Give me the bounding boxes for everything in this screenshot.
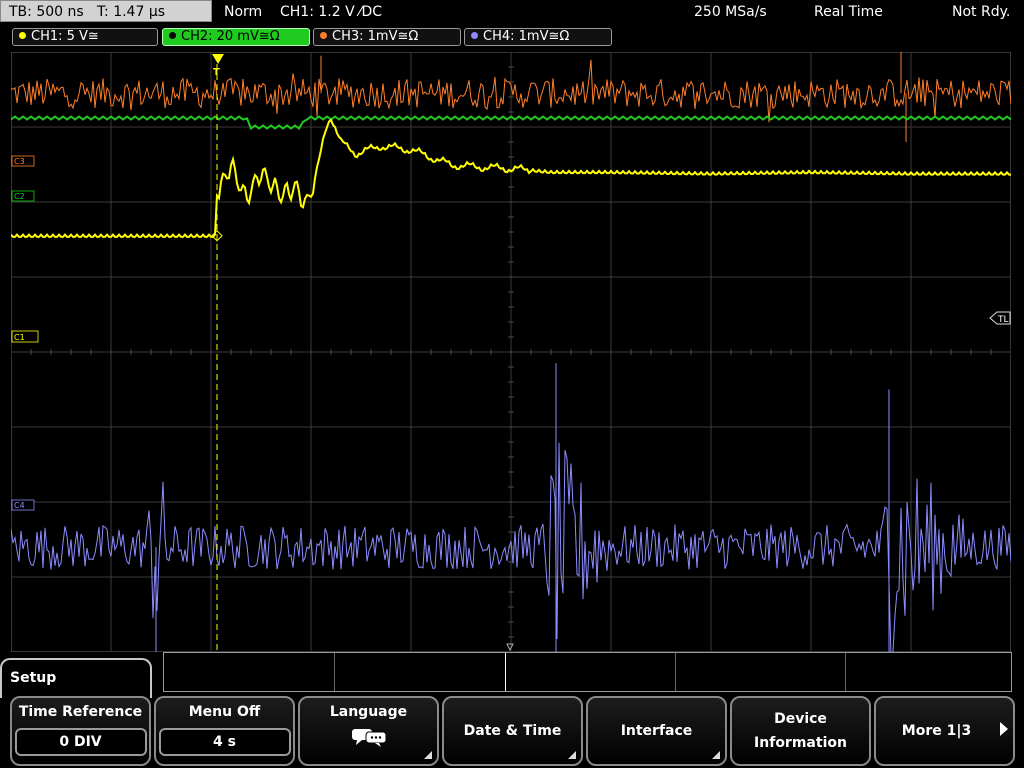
sample-rate: 250 MSa/s	[694, 4, 767, 20]
channel-ch3-label: CH3: 1mV≅Ω	[332, 29, 419, 44]
ch1-offset-marker[interactable]: C1	[11, 330, 39, 343]
speech-bubbles-icon	[351, 729, 386, 747]
time-reference-softkey[interactable]: Time Reference 0 DIV	[10, 696, 151, 766]
time-reference-label: Time Reference	[18, 704, 143, 720]
submenu-indicator-icon	[568, 751, 576, 759]
submenu-indicator-icon	[424, 751, 432, 759]
ch3-offset-marker[interactable]: C3	[11, 155, 35, 167]
ch4-offset-marker[interactable]: C4	[11, 499, 35, 511]
time-reference-value: 0 DIV	[14, 728, 147, 756]
trigger-position-label: T	[213, 67, 220, 78]
menu-off-label: Menu Off	[188, 704, 261, 720]
device-information-label: Device Information	[754, 711, 847, 751]
ch2-color-icon	[169, 32, 176, 39]
channel-ch1-button[interactable]: CH1: 5 V≅	[12, 28, 158, 46]
date-time-softkey[interactable]: Date & Time	[442, 696, 583, 766]
interface-softkey[interactable]: Interface	[586, 696, 727, 766]
trigger-info[interactable]: CH1: 1.2 V ⁄DC	[280, 0, 382, 24]
ch1-color-icon	[19, 32, 26, 39]
ch3-color-icon	[320, 32, 327, 39]
channel-ch3-button[interactable]: CH3: 1mV≅Ω	[313, 28, 461, 46]
ch2-marker-label: C2	[14, 192, 25, 201]
acquisition-status: Not Rdy.	[952, 4, 1011, 20]
channel-ch2-label: CH2: 20 mV≅Ω	[181, 29, 280, 44]
channel-ch2-button[interactable]: CH2: 20 mV≅Ω	[162, 28, 310, 46]
ch1-marker-label: C1	[14, 333, 25, 342]
acquisition-mode: Real Time	[814, 4, 883, 20]
menu-title-tab: Setup	[0, 658, 152, 698]
device-information-softkey[interactable]: Device Information	[730, 696, 871, 766]
channel-bar: CH1: 5 V≅ CH2: 20 mV≅Ω CH3: 1mV≅Ω CH4: 1…	[0, 26, 1024, 48]
record-overview-bar[interactable]	[163, 652, 1012, 692]
trigger-level-label: TL	[997, 315, 1009, 325]
trigger-mode[interactable]: Norm	[224, 0, 262, 24]
channel-ch1-label: CH1: 5 V≅	[31, 29, 99, 44]
softkey-menu: Setup Time Reference 0 DIV Menu Off 4 s …	[0, 652, 1024, 768]
ch4-color-icon	[471, 32, 478, 39]
channel-ch4-button[interactable]: CH4: 1mV≅Ω	[464, 28, 612, 46]
more-softkey[interactable]: More 1|3	[874, 696, 1015, 766]
language-label: Language	[329, 704, 408, 720]
ch2-offset-marker[interactable]: C2	[11, 190, 35, 202]
interface-label: Interface	[620, 723, 693, 739]
date-time-label: Date & Time	[463, 723, 562, 739]
status-bar: TB: 500 ns T: 1.47 µs Norm CH1: 1.2 V ⁄D…	[0, 0, 1024, 24]
channel-ch4-label: CH4: 1mV≅Ω	[483, 29, 570, 44]
waveform-display[interactable]: C3 C2 C1 C4 TL T	[11, 52, 1011, 652]
ch3-marker-label: C3	[14, 157, 25, 166]
submenu-indicator-icon	[712, 751, 720, 759]
language-softkey[interactable]: Language	[298, 696, 439, 766]
timebase-readout[interactable]: TB: 500 ns T: 1.47 µs	[0, 0, 212, 22]
next-page-arrow-icon	[1000, 722, 1008, 736]
more-label: More 1|3	[901, 723, 972, 739]
menu-off-softkey[interactable]: Menu Off 4 s	[154, 696, 295, 766]
menu-off-value: 4 s	[158, 728, 291, 756]
ch4-marker-label: C4	[14, 501, 25, 510]
